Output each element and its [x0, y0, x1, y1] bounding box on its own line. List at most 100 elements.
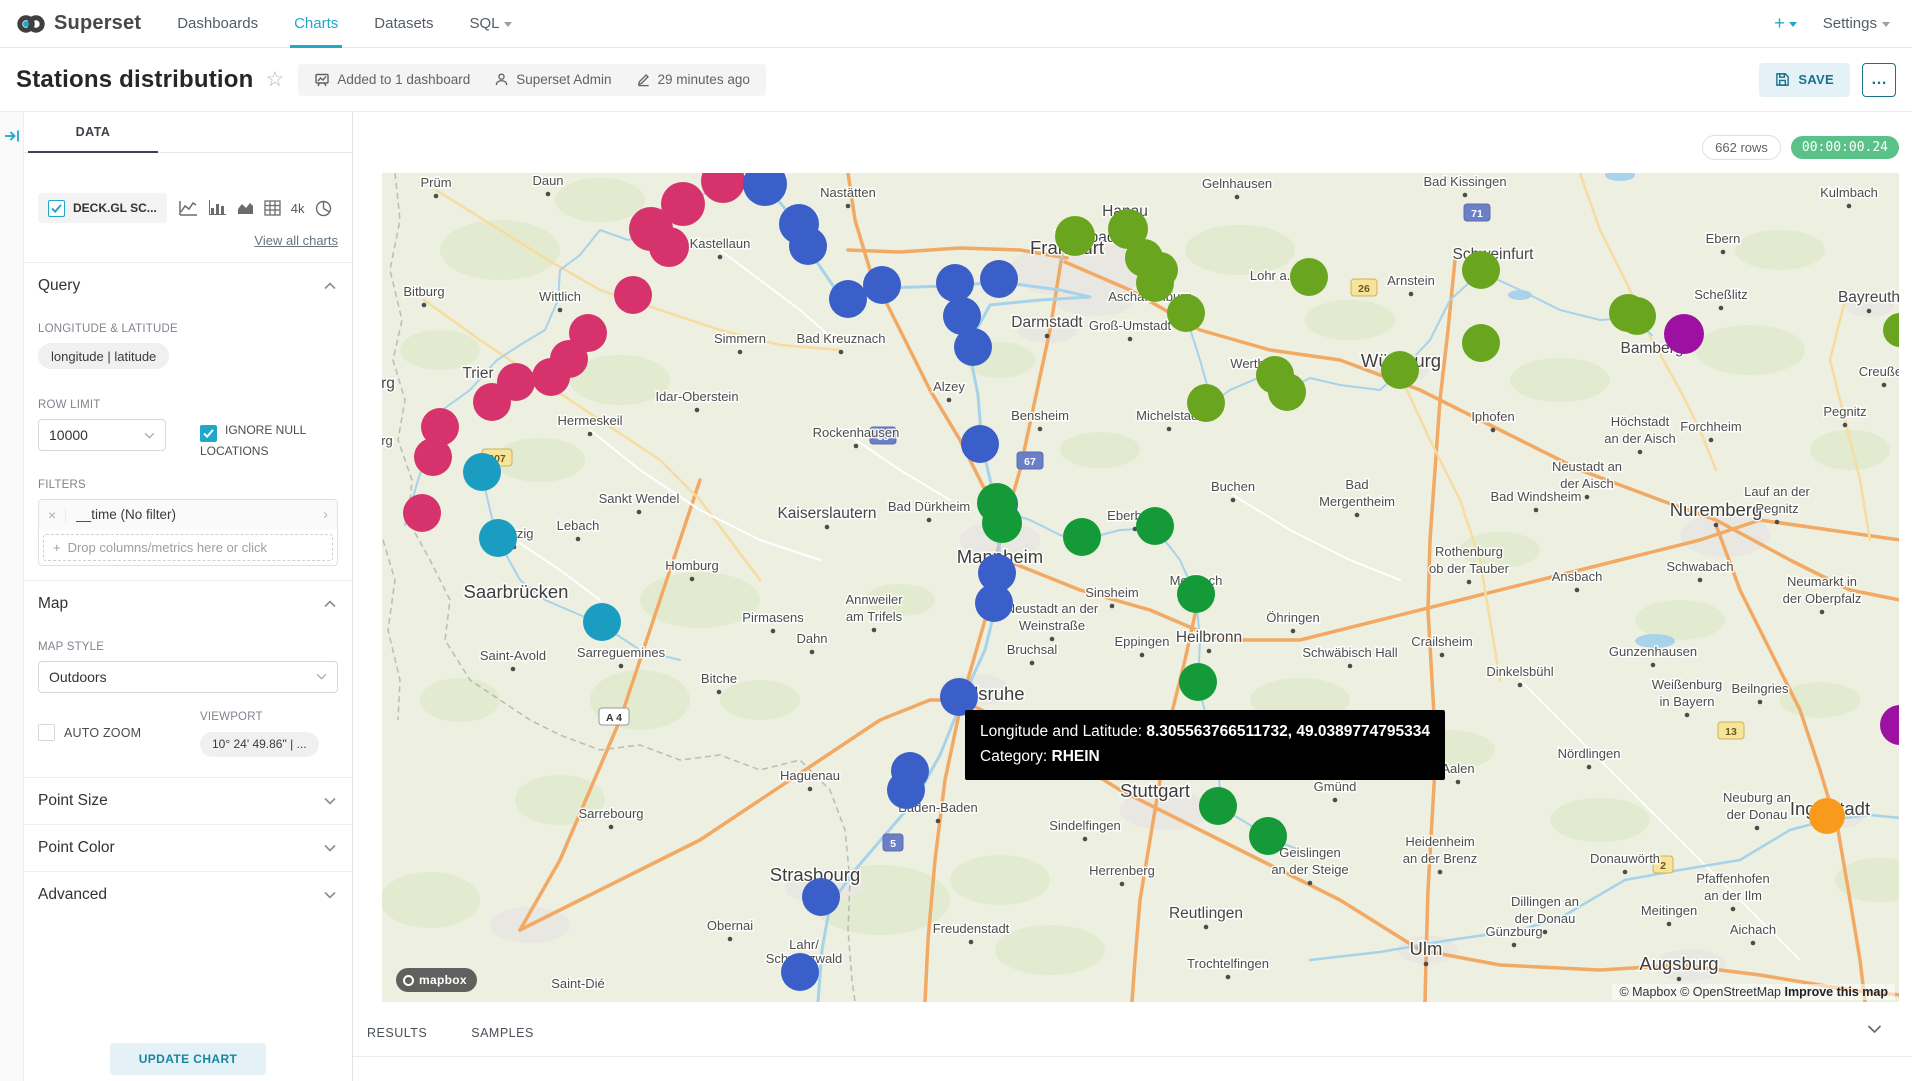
remove-filter-icon[interactable]: ×: [39, 507, 66, 523]
map-forest-patch: [420, 678, 500, 722]
scatter-dot[interactable]: [1381, 351, 1419, 389]
map-forest-patch: [555, 178, 645, 222]
improve-map-link[interactable]: Improve this map: [1785, 985, 1889, 999]
panel-collapse-strip[interactable]: [0, 112, 24, 1081]
scatter-dot[interactable]: [1136, 507, 1174, 545]
tab-samples[interactable]: SAMPLES: [471, 1026, 534, 1040]
scatter-dot[interactable]: [403, 494, 441, 532]
scatter-dot[interactable]: [1664, 314, 1704, 354]
scatter-dot[interactable]: [802, 878, 840, 916]
scatter-dot[interactable]: [975, 584, 1013, 622]
pie-chart-icon[interactable]: [315, 200, 332, 217]
bar-chart-icon[interactable]: [208, 200, 226, 216]
section-map[interactable]: Map: [24, 581, 352, 627]
scatter-dot[interactable]: [781, 953, 819, 991]
scatter-dot[interactable]: [414, 438, 452, 476]
nav-dashboards[interactable]: Dashboards: [159, 0, 276, 48]
scatter-dot[interactable]: [829, 280, 867, 318]
auto-zoom-control[interactable]: AUTO ZOOM: [38, 709, 200, 757]
scatter-dot[interactable]: [1142, 252, 1178, 288]
superset-logo[interactable]: Superset: [0, 11, 159, 37]
scatter-dot[interactable]: [980, 260, 1018, 298]
filter-drop-zone[interactable]: + Drop columns/metrics here or click: [43, 534, 333, 561]
filter-item[interactable]: × __time (No filter) ›: [39, 500, 337, 530]
map-town-dot: [609, 825, 614, 830]
section-point-color[interactable]: Point Color: [24, 825, 352, 871]
scatter-dot[interactable]: [614, 276, 652, 314]
scatter-dot[interactable]: [1167, 294, 1205, 332]
attribution-mapbox-link[interactable]: © Mapbox: [1619, 985, 1676, 999]
ignore-null-control[interactable]: IGNORE NULL LOCATIONS: [200, 421, 338, 461]
settings-menu[interactable]: Settings: [1823, 15, 1890, 32]
scatter-dot[interactable]: [1618, 297, 1656, 335]
nav-charts[interactable]: Charts: [276, 0, 356, 48]
map-style-select[interactable]: Outdoors: [38, 661, 338, 693]
map-town-dot: [1585, 495, 1590, 500]
scatter-dot[interactable]: [1177, 575, 1215, 613]
scatter-dot[interactable]: [1179, 663, 1217, 701]
scatter-dot[interactable]: [473, 383, 511, 421]
area-chart-icon[interactable]: [236, 200, 254, 216]
scatter-dot[interactable]: [1809, 798, 1845, 834]
dashboards-count[interactable]: Added to 1 dashboard: [314, 72, 470, 88]
map-canvas[interactable]: 636771560726132A 4PrümDaunNastättenGelnh…: [382, 173, 1899, 1002]
scatter-dot[interactable]: [532, 358, 570, 396]
map-city-label: Nuremberg: [1670, 499, 1763, 520]
table-icon[interactable]: [264, 200, 281, 216]
scatter-dot[interactable]: [789, 227, 827, 265]
map-city-label: Daun: [532, 173, 563, 188]
nav-sql[interactable]: SQL: [451, 0, 530, 48]
scatter-dot[interactable]: [863, 266, 901, 304]
scatter-dot[interactable]: [1199, 787, 1237, 825]
save-button[interactable]: SAVE: [1759, 63, 1850, 97]
scatter-dot[interactable]: [982, 503, 1022, 543]
scatter-dot[interactable]: [887, 771, 925, 809]
scatter-dot[interactable]: [1055, 216, 1095, 256]
map-town-dot: [1638, 450, 1643, 455]
last-modified[interactable]: 29 minutes ago: [636, 72, 750, 87]
explore-body: DATA DECK.GL SC... 4k Vie: [0, 112, 1912, 1081]
scatter-dot[interactable]: [954, 328, 992, 366]
scatter-dot[interactable]: [961, 425, 999, 463]
favorite-star-icon[interactable]: ☆: [266, 67, 285, 92]
scatter-dot[interactable]: [583, 603, 621, 641]
mapbox-logo-label: mapbox: [419, 973, 467, 987]
scatter-dot[interactable]: [479, 519, 517, 557]
scatter-dot[interactable]: [463, 453, 501, 491]
viz-type-chip[interactable]: DECK.GL SC...: [38, 193, 167, 223]
viz-type-label: DECK.GL SC...: [73, 201, 157, 215]
viewport-chip[interactable]: 10° 24' 49.86" | ...: [200, 732, 319, 757]
section-advanced[interactable]: Advanced: [24, 872, 352, 918]
map-town-dot: [1775, 520, 1780, 525]
map-town-dot: [1204, 925, 1209, 930]
line-chart-icon[interactable]: [179, 200, 198, 216]
scatter-dot[interactable]: [1249, 817, 1287, 855]
expand-results-icon[interactable]: [1867, 1024, 1882, 1034]
lonlat-chip[interactable]: longitude | latitude: [38, 343, 169, 369]
more-options-button[interactable]: …: [1862, 63, 1896, 97]
scatter-dot[interactable]: [1268, 373, 1306, 411]
big-number-viz[interactable]: 4k: [291, 201, 305, 216]
nav-datasets[interactable]: Datasets: [356, 0, 451, 48]
deckgl-scatter-map[interactable]: 636771560726132A 4PrümDaunNastättenGelnh…: [382, 173, 1899, 1002]
section-query[interactable]: Query: [24, 263, 352, 309]
update-chart-button[interactable]: UPDATE CHART: [110, 1043, 266, 1075]
ignore-null-checkbox[interactable]: [200, 425, 217, 442]
tab-data[interactable]: DATA: [28, 112, 158, 153]
view-all-charts-link[interactable]: View all charts: [24, 233, 338, 248]
section-point-size[interactable]: Point Size: [24, 778, 352, 824]
scatter-dot[interactable]: [1290, 258, 1328, 296]
add-new-button[interactable]: +: [1774, 13, 1797, 34]
scatter-dot[interactable]: [1462, 324, 1500, 362]
tab-results[interactable]: RESULTS: [367, 1026, 427, 1040]
scatter-dot[interactable]: [1063, 518, 1101, 556]
mapbox-logo[interactable]: mapbox: [396, 968, 477, 992]
scatter-dot[interactable]: [936, 264, 974, 302]
scatter-dot[interactable]: [649, 227, 689, 267]
attribution-osm-link[interactable]: © OpenStreetMap: [1680, 985, 1781, 999]
scatter-dot[interactable]: [1187, 384, 1225, 422]
auto-zoom-checkbox[interactable]: [38, 724, 55, 741]
scatter-dot[interactable]: [1462, 251, 1500, 289]
chart-owner[interactable]: Superset Admin: [494, 72, 611, 87]
row-limit-select[interactable]: 10000: [38, 419, 166, 451]
